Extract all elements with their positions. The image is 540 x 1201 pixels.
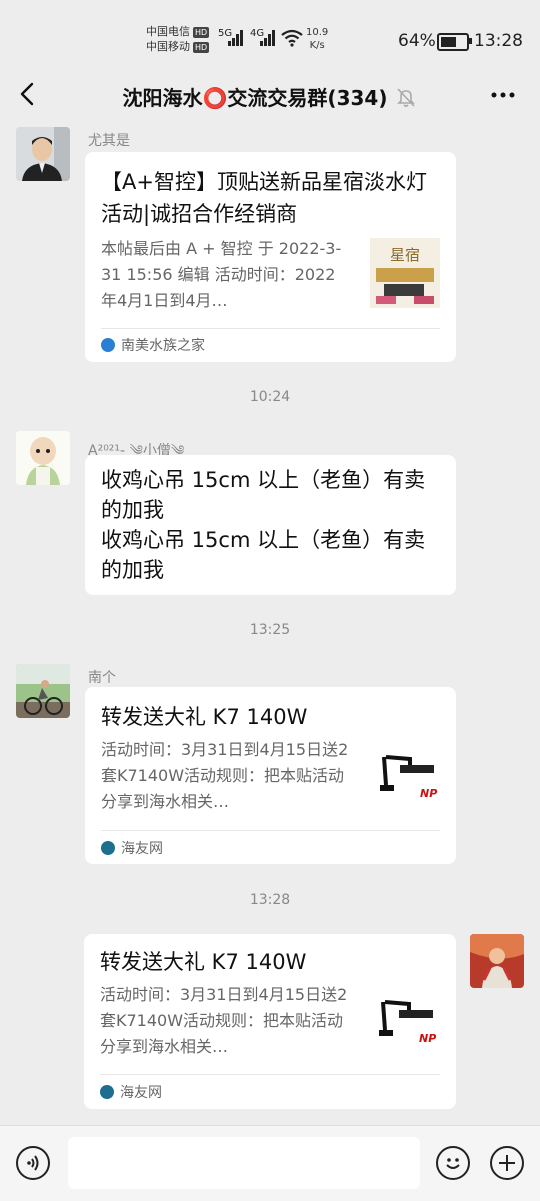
sender-name: 尤其是	[88, 133, 130, 149]
hd-badge: HD	[193, 26, 210, 38]
wifi-icon	[281, 29, 303, 47]
timestamp: 10:24	[249, 389, 291, 405]
speed-unit: K/s	[309, 40, 325, 51]
card-source: 海友网	[101, 838, 163, 858]
timestamp: 13:25	[249, 622, 291, 638]
avatar[interactable]	[470, 934, 524, 988]
card-desc: 活动时间：3月31日到4月15日送2套K7140W活动规则：把本贴活动分享到海水…	[101, 740, 349, 811]
link-card[interactable]: 【A+智控】顶贴送新品星宿淡水灯活动|诚招合作经销商 本帖最后由 A + 智控 …	[85, 152, 456, 362]
plus-icon[interactable]	[490, 1146, 524, 1180]
card-desc: 本帖最后由 A + 智控 于 2022-3-31 15:56 编辑 活动时间：2…	[101, 239, 342, 310]
signal-icon	[228, 30, 243, 46]
signal-icon	[260, 30, 275, 46]
card-desc: 活动时间：3月31日到4月15日送2套K7140W活动规则：把本贴活动分享到海水…	[100, 985, 348, 1056]
status-bar: 中国电信 HD 中国移动 HD 5G 4G 10.9 K/s 64% 13:28	[0, 0, 540, 70]
avatar[interactable]	[16, 431, 70, 485]
title-row: 沈阳海水⭕交流交易群(334)	[0, 82, 540, 111]
card-source-name: 海友网	[121, 841, 163, 857]
card-title: 【A+智控】顶贴送新品星宿淡水灯活动|诚招合作经销商	[101, 170, 427, 226]
card-source-name: 南美水族之家	[121, 338, 205, 354]
thumb-text: NP	[419, 1032, 436, 1045]
bell-off-icon	[397, 87, 416, 107]
source-logo-icon	[101, 338, 115, 352]
text-bubble[interactable]: 收鸡心吊 15cm 以上（老鱼）有卖的加我 收鸡心吊 15cm 以上（老鱼）有卖…	[85, 455, 456, 595]
link-card[interactable]: 转发送大礼 K7 140W 活动时间：3月31日到4月15日送2套K7140W活…	[85, 687, 456, 864]
sender-name: 南个	[88, 670, 116, 686]
thumb-text: 星宿	[390, 246, 420, 264]
net-speed: 10.9 K/s	[306, 26, 328, 52]
chat-title[interactable]: 沈阳海水⭕交流交易群(334)	[123, 82, 388, 111]
thumb-text: NP	[420, 787, 437, 800]
carrier-1: 中国电信	[146, 25, 190, 38]
source-logo-icon	[101, 841, 115, 855]
source-logo-icon	[100, 1085, 114, 1099]
speed-value: 10.9	[306, 27, 329, 38]
avatar[interactable]	[16, 664, 70, 718]
battery-icon	[437, 33, 472, 51]
card-source: 海友网	[100, 1082, 162, 1102]
more-dots-icon[interactable]	[488, 80, 518, 110]
battery-level	[441, 37, 456, 47]
avatar[interactable]	[16, 127, 70, 181]
card-source-name: 海友网	[120, 1085, 162, 1101]
card-thumbnail: NP	[375, 990, 445, 1060]
carrier-info: 中国电信 HD 中国移动 HD	[146, 24, 210, 54]
voice-icon[interactable]	[16, 1146, 50, 1180]
message-text: 收鸡心吊 15cm 以上（老鱼）有卖的加我 收鸡心吊 15cm 以上（老鱼）有卖…	[101, 468, 426, 582]
message-input[interactable]	[68, 1137, 420, 1189]
card-divider	[101, 830, 440, 831]
timestamp: 13:28	[249, 892, 291, 908]
card-divider	[101, 328, 440, 329]
link-card[interactable]: 转发送大礼 K7 140W 活动时间：3月31日到4月15日送2套K7140W活…	[84, 934, 456, 1109]
title-wrap: 沈阳海水⭕交流交易群(334)	[123, 82, 418, 111]
card-source: 南美水族之家	[101, 335, 205, 355]
hd-badge: HD	[193, 41, 210, 53]
card-thumbnail: 星宿	[370, 238, 440, 308]
card-thumbnail: NP	[376, 745, 446, 815]
emoji-icon[interactable]	[436, 1146, 470, 1180]
card-title: 转发送大礼 K7 140W	[100, 950, 307, 974]
card-title: 转发送大礼 K7 140W	[101, 705, 308, 729]
input-bar	[0, 1125, 540, 1201]
carrier-2: 中国移动	[146, 40, 190, 53]
card-divider	[100, 1074, 440, 1075]
clock: 13:28	[474, 31, 523, 51]
battery-percent: 64%	[398, 31, 436, 51]
chat-header: 沈阳海水⭕交流交易群(334)	[0, 70, 540, 120]
